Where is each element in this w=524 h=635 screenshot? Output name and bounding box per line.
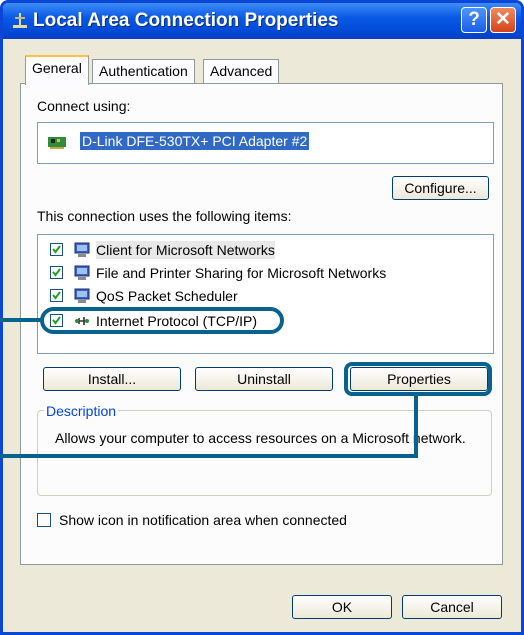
- qos-checkbox[interactable]: [50, 289, 63, 302]
- configure-button-label: Configure...: [404, 180, 477, 196]
- properties-button-label: Properties: [387, 371, 451, 387]
- items-label: This connection uses the following items…: [37, 208, 292, 224]
- list-item-label: File and Printer Sharing for Microsoft N…: [96, 265, 387, 281]
- ok-button[interactable]: OK: [292, 595, 392, 619]
- install-button[interactable]: Install...: [43, 367, 181, 391]
- uninstall-button[interactable]: Uninstall: [195, 367, 333, 391]
- description-title: Description: [44, 403, 119, 419]
- list-item-label: Internet Protocol (TCP/IP): [96, 313, 258, 329]
- notify-checkbox-row[interactable]: Show icon in notification area when conn…: [37, 512, 477, 530]
- tcpip-callout-line: [0, 318, 42, 322]
- cancel-button[interactable]: Cancel: [402, 595, 502, 619]
- list-item-label: Client for Microsoft Networks: [96, 241, 275, 259]
- client-checkbox[interactable]: [50, 243, 63, 256]
- network-card-icon: [48, 137, 66, 149]
- properties-callout-vertical: [414, 394, 418, 456]
- notify-checkbox-label: Show icon in notification area when conn…: [59, 512, 347, 528]
- list-item-label: QoS Packet Scheduler: [96, 288, 238, 304]
- configure-button[interactable]: Configure...: [392, 176, 489, 200]
- protocol-icon: [75, 317, 89, 325]
- tcpip-checkbox[interactable]: [50, 314, 63, 327]
- computer-icon: [74, 288, 90, 303]
- install-button-label: Install...: [87, 371, 137, 387]
- notify-checkbox[interactable]: [37, 513, 51, 527]
- computer-icon: [74, 242, 90, 257]
- connect-using-label: Connect using:: [37, 98, 131, 114]
- cancel-button-label: Cancel: [430, 599, 474, 615]
- uninstall-button-label: Uninstall: [237, 371, 291, 387]
- computer-icon: [74, 265, 90, 280]
- properties-button[interactable]: Properties: [350, 367, 488, 391]
- properties-callout-horizontal: [0, 454, 418, 458]
- adapter-field: D-Link DFE-530TX+ PCI Adapter #2: [37, 122, 494, 164]
- description-group: [37, 410, 492, 496]
- ok-button-label: OK: [331, 599, 353, 615]
- adapter-name: D-Link DFE-530TX+ PCI Adapter #2: [80, 132, 310, 150]
- description-text: Allows your computer to access resources…: [55, 430, 466, 446]
- file-sharing-checkbox[interactable]: [50, 266, 63, 279]
